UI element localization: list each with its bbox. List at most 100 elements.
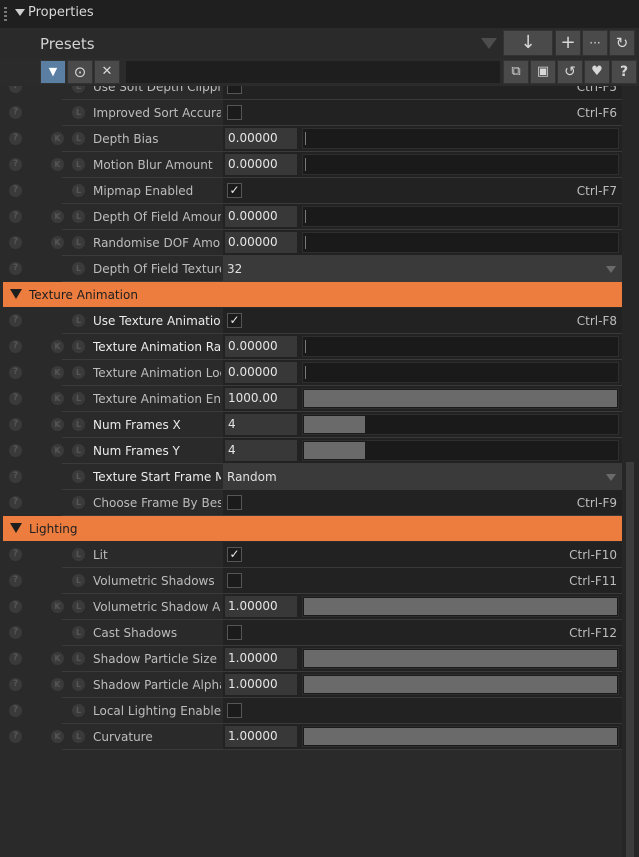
help-icon[interactable]: ? (9, 262, 22, 275)
link-icon[interactable]: L (72, 652, 85, 665)
link-icon[interactable]: L (72, 678, 85, 691)
help-icon[interactable]: ? (9, 132, 22, 145)
help-icon[interactable]: ? (9, 470, 22, 483)
help-icon[interactable]: ? (9, 652, 22, 665)
slider-handle[interactable] (305, 132, 306, 145)
scrollbar-thumb[interactable] (626, 462, 634, 857)
link-icon[interactable]: L (72, 106, 85, 119)
value-slider[interactable] (302, 154, 619, 175)
section-header[interactable]: Texture Animation (3, 282, 622, 307)
help-icon[interactable]: ? (9, 730, 22, 743)
keyframe-icon[interactable]: K (51, 730, 64, 743)
help-icon[interactable]: ? (9, 678, 22, 691)
link-icon[interactable]: L (72, 470, 85, 483)
keyframe-icon[interactable]: K (51, 236, 64, 249)
link-icon[interactable]: L (72, 496, 85, 509)
link-icon[interactable]: L (72, 86, 85, 93)
checkbox[interactable]: ✓ (227, 547, 242, 562)
slider-handle[interactable] (305, 210, 306, 223)
value-slider[interactable] (302, 726, 619, 747)
slider-handle[interactable] (305, 340, 306, 353)
link-icon[interactable]: L (72, 600, 85, 613)
value-slider[interactable] (302, 362, 619, 383)
link-icon[interactable]: L (72, 158, 85, 171)
clear-filter-icon[interactable]: ✕ (94, 60, 120, 84)
keyframe-icon[interactable]: K (51, 678, 64, 691)
link-icon[interactable]: L (72, 418, 85, 431)
help-icon[interactable]: ? (9, 86, 22, 93)
link-icon[interactable]: L (72, 704, 85, 717)
checkbox[interactable] (227, 625, 242, 640)
link-icon[interactable]: L (72, 236, 85, 249)
number-input[interactable]: 1.00000 (225, 648, 297, 669)
checkbox[interactable]: ✓ (227, 183, 242, 198)
collapse-triangle-icon[interactable] (10, 289, 22, 299)
help-icon[interactable]: ? (9, 366, 22, 379)
scrollbar[interactable] (622, 86, 639, 857)
checkbox[interactable] (227, 86, 242, 94)
number-input[interactable]: 0.00000 (225, 362, 297, 383)
checkbox[interactable] (227, 573, 242, 588)
paste-icon[interactable]: ▣ (530, 60, 556, 84)
property-dropdown[interactable]: Random (223, 464, 622, 489)
keyframe-icon[interactable]: K (51, 158, 64, 171)
import-preset-button[interactable]: ↓ (503, 30, 553, 56)
help-icon[interactable]: ? (9, 314, 22, 327)
slider-handle[interactable] (305, 236, 306, 249)
number-input[interactable]: 1.00000 (225, 674, 297, 695)
checkbox[interactable]: ✓ (227, 313, 242, 328)
number-input[interactable]: 4 (225, 414, 297, 435)
link-icon[interactable]: L (72, 392, 85, 405)
value-slider[interactable] (302, 388, 619, 409)
collapse-triangle-icon[interactable] (10, 523, 22, 533)
value-slider[interactable] (302, 440, 619, 461)
slider-handle[interactable] (305, 158, 306, 171)
keyframe-icon[interactable]: K (51, 418, 64, 431)
value-slider[interactable] (302, 206, 619, 227)
number-input[interactable]: 0.00000 (225, 206, 297, 227)
property-dropdown[interactable]: 32 (223, 256, 622, 281)
help-icon[interactable]: ? (611, 60, 637, 84)
keyframe-icon[interactable]: K (51, 392, 64, 405)
help-icon[interactable]: ? (9, 236, 22, 249)
drag-grip-icon[interactable] (4, 7, 7, 21)
help-icon[interactable]: ? (9, 600, 22, 613)
link-icon[interactable]: L (72, 626, 85, 639)
link-icon[interactable]: L (72, 366, 85, 379)
help-icon[interactable]: ? (9, 184, 22, 197)
help-icon[interactable]: ? (9, 418, 22, 431)
link-icon[interactable]: L (72, 340, 85, 353)
keyframe-icon[interactable]: K (51, 366, 64, 379)
link-icon[interactable]: L (72, 184, 85, 197)
checkbox[interactable] (227, 105, 242, 120)
help-icon[interactable]: ? (9, 496, 22, 509)
more-options-button[interactable]: ··· (582, 30, 608, 56)
link-icon[interactable]: L (72, 314, 85, 327)
link-icon[interactable]: L (72, 210, 85, 223)
number-input[interactable]: 0.00000 (225, 232, 297, 253)
filter-search-input[interactable] (126, 61, 500, 83)
copy-icon[interactable]: ⧉ (503, 60, 529, 84)
link-icon[interactable]: L (72, 548, 85, 561)
number-input[interactable]: 0.00000 (225, 336, 297, 357)
help-icon[interactable]: ? (9, 210, 22, 223)
keyframe-icon[interactable]: K (51, 444, 64, 457)
help-icon[interactable]: ? (9, 106, 22, 119)
checkbox[interactable] (227, 703, 242, 718)
value-slider[interactable] (302, 674, 619, 695)
keyframe-icon[interactable]: K (51, 340, 64, 353)
keyframe-icon[interactable]: K (51, 210, 64, 223)
number-input[interactable]: 1.00000 (225, 726, 297, 747)
keyframe-icon[interactable]: K (51, 600, 64, 613)
filter-icon[interactable]: ▼ (40, 60, 66, 84)
number-input[interactable]: 1.00000 (225, 596, 297, 617)
help-icon[interactable]: ? (9, 626, 22, 639)
value-slider[interactable] (302, 128, 619, 149)
presets-dropdown-arrow-icon[interactable] (481, 38, 497, 49)
help-icon[interactable]: ? (9, 444, 22, 457)
revert-icon[interactable]: ↺ (557, 60, 583, 84)
slider-handle[interactable] (305, 366, 306, 379)
help-icon[interactable]: ? (9, 158, 22, 171)
favorite-icon[interactable]: ♥ (584, 60, 610, 84)
value-slider[interactable] (302, 232, 619, 253)
